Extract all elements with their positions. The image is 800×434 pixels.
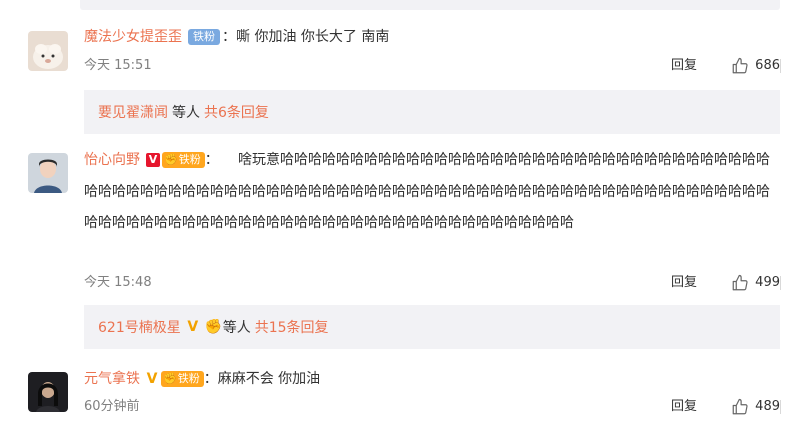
comment-text: 麻麻不会 你加油 [217, 371, 321, 387]
comment-header: 魔法少女提歪歪 铁粉 ： 嘶 你加油 你长大了 南南 [84, 27, 389, 47]
like-count: 489 [755, 399, 780, 414]
fist-badge-icon: ✊ [204, 319, 223, 335]
previous-reply-bar [80, 0, 780, 10]
comment-time: 今天 15:51 [84, 58, 152, 73]
reply-preview-bar[interactable]: 要见翟潇闻 等人 共6条回复 [84, 90, 780, 134]
comment-text: 嘶 你加油 你长大了 南南 [236, 29, 390, 45]
thumbs-up-icon [732, 57, 748, 74]
v-badge-icon[interactable]: V [145, 372, 159, 386]
thumbs-up-icon [732, 398, 748, 415]
like-count: 499 [755, 275, 780, 290]
fan-badge[interactable]: 铁粉 [188, 29, 220, 45]
reply-user-link[interactable]: 621号楠极星 [98, 317, 181, 337]
fan-badge-label: 铁粉 [177, 372, 200, 385]
reply-preview-bar[interactable]: 621号楠极星 V ✊ 等人 共15条回复 [84, 305, 780, 349]
thumbs-up-icon [732, 274, 748, 291]
comment-time: 今天 15:48 [84, 275, 152, 290]
reply-count-link[interactable]: 共6条回复 [204, 102, 269, 122]
reply-button[interactable]: 回复 [671, 397, 697, 417]
divider [780, 400, 781, 414]
like-button[interactable]: 686 [731, 56, 780, 76]
comment-header: 元气拿铁 V ✊ 铁粉 ： 麻麻不会 你加油 [84, 369, 320, 389]
colon-separator: ： [203, 371, 218, 387]
divider [780, 276, 781, 290]
like-button[interactable]: 499 [731, 273, 780, 293]
comment-meta: 60分钟前 回复 489 [84, 397, 781, 417]
like-count: 686 [755, 58, 780, 73]
avatar[interactable] [28, 153, 68, 193]
reply-etc-text: 等人 [172, 105, 200, 121]
v-badge-icon: V [187, 319, 199, 335]
username-link[interactable]: 魔法少女提歪歪 [84, 27, 182, 47]
reply-button[interactable]: 回复 [671, 273, 697, 293]
username-link[interactable]: 元气拿铁 [84, 369, 140, 389]
avatar[interactable] [28, 372, 68, 412]
comment-meta: 今天 15:48 回复 499 [84, 273, 781, 293]
divider [780, 59, 781, 73]
reply-etc-text: 等人 [222, 320, 251, 336]
comment-meta: 今天 15:51 回复 686 [84, 56, 781, 76]
reply-button[interactable]: 回复 [671, 56, 697, 76]
comment-text: 啥玩意哈哈哈哈哈哈哈哈哈哈哈哈哈哈哈哈哈哈哈哈哈哈哈哈哈哈哈哈哈哈哈哈哈哈哈哈哈… [84, 152, 770, 231]
reply-count-link[interactable]: 共15条回复 [255, 317, 329, 337]
avatar[interactable] [28, 31, 68, 71]
fist-badge-icon[interactable]: ✊ 铁粉 [161, 371, 204, 387]
reply-user-link[interactable]: 要见翟潇闻 [98, 102, 168, 122]
like-button[interactable]: 489 [731, 397, 780, 417]
colon-separator: ： [222, 29, 236, 45]
comment-time: 60分钟前 [84, 399, 140, 414]
